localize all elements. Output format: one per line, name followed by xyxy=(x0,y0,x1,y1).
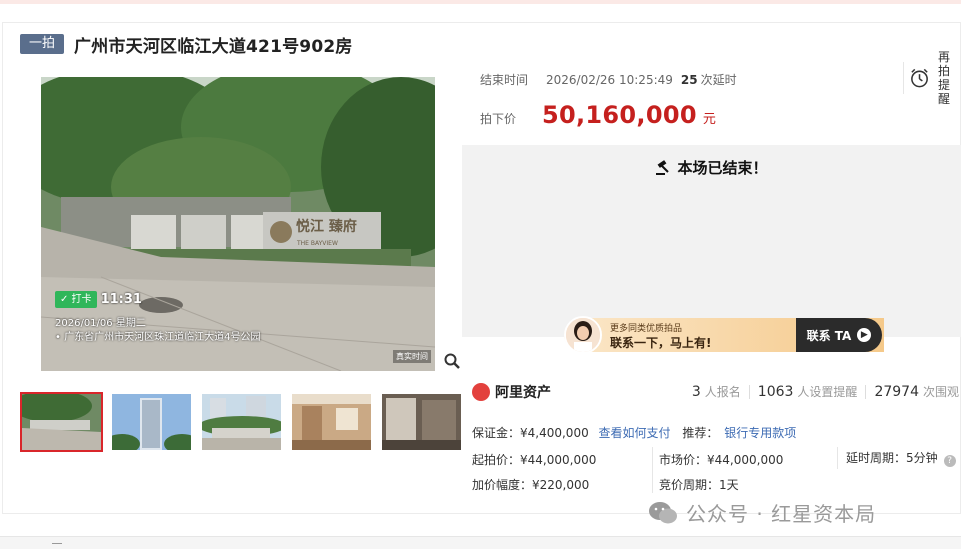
remind-line-1: 再拍 xyxy=(938,50,951,78)
thumbnail-2[interactable] xyxy=(112,394,191,450)
remind-line-2: 提醒 xyxy=(938,78,951,106)
watermark-text: 公众号 · 红星资本局 xyxy=(686,502,877,526)
alarm-clock-icon xyxy=(911,68,928,88)
thumbnail-4[interactable] xyxy=(292,394,371,450)
market-price: 市场价：¥44,000,000 xyxy=(659,453,784,467)
auction-status-panel: 本场已结束！ xyxy=(462,145,961,337)
divider xyxy=(748,384,750,399)
next-section-strip xyxy=(0,536,961,549)
delay-period-line: 延时周期：5分钟? xyxy=(846,449,956,467)
recommend-label: 推荐： xyxy=(682,426,719,440)
listing-title: 广州市天河区临江大道421号902房 xyxy=(74,36,353,57)
platform-name: 阿里资产 xyxy=(495,385,551,401)
watch-label: 次围观 xyxy=(922,385,959,399)
auction-ended-text: 本场已结束！ xyxy=(677,159,768,177)
final-price-unit: 元 xyxy=(702,112,716,127)
increment: 加价幅度：¥220,000 xyxy=(472,478,590,492)
signup-count: 3 xyxy=(691,383,701,400)
photo-date: 2026/01/06 星期二 xyxy=(55,318,146,329)
end-time-row: 结束时间 2026/02/26 10:25:49 25 次延时 xyxy=(480,71,737,88)
contact-ta-label: 联系 TA xyxy=(806,328,852,343)
bid-period: 竞价周期：1天 xyxy=(659,478,739,492)
thumbnail-5[interactable] xyxy=(382,394,461,450)
main-photo[interactable]: 悦江 臻府 THE BAYVIEW ✓ 打卡 11:31 2026/01/06 … xyxy=(41,77,435,371)
auction-details: 保证金：¥4,400,000 查看如何支付 推荐： 银行专用款项 起拍价：¥44… xyxy=(462,415,961,497)
signup-label: 人报名 xyxy=(704,385,741,399)
how-to-pay-link[interactable]: 查看如何支付 xyxy=(599,426,671,440)
auction-stats: 3 人报名 1063 人设置提醒 27974 次围观 xyxy=(692,383,959,400)
help-icon[interactable]: ? xyxy=(943,455,956,467)
gavel-icon xyxy=(656,159,670,175)
contact-ta-button[interactable]: 联系 TA ▶ xyxy=(796,318,882,352)
checkin-stamp: ✓ 打卡 11:31 xyxy=(55,290,142,308)
thumbnail-1[interactable] xyxy=(20,392,103,452)
auction-ended-message: 本场已结束！ xyxy=(462,157,961,178)
ali-assets-logo-icon xyxy=(472,383,490,401)
photo-watermark: 真实时间 xyxy=(393,350,431,363)
start-price: 起拍价：¥44,000,000 xyxy=(472,453,597,467)
re-auction-remind-button[interactable]: 再拍 提醒 xyxy=(903,50,961,106)
top-strip xyxy=(0,0,961,4)
title-row: 一拍 广州市天河区临江大道421号902房 xyxy=(20,33,353,57)
divider xyxy=(837,447,838,469)
photo-location: • 广东省广州市天河区珠江道临江大道4号公园 xyxy=(55,332,261,343)
checkin-tag: ✓ 打卡 xyxy=(55,290,97,308)
final-price-row: 拍下价 50,160,000 元 xyxy=(480,101,716,129)
deposit-line: 保证金：¥4,400,000 查看如何支付 推荐： 银行专用款项 xyxy=(472,424,796,441)
final-price-label: 拍下价 xyxy=(480,112,517,126)
zoom-icon[interactable] xyxy=(443,352,461,370)
wechat-icon xyxy=(649,501,677,523)
reminder-count: 1063 xyxy=(757,383,794,400)
final-price-value: 50,160,000 xyxy=(542,101,697,129)
wechat-watermark: 公众号 · 红星资本局 xyxy=(648,498,876,527)
thumbnail-strip xyxy=(20,392,472,452)
delay-count: 25 xyxy=(680,72,698,87)
reminder-label: 人设置提醒 xyxy=(797,385,858,399)
promo-line-2: 联系一下，马上有! xyxy=(610,336,712,350)
play-arrow-icon: ▶ xyxy=(857,328,872,342)
divider xyxy=(865,384,867,399)
promo-line-1: 更多同类优质拍品 xyxy=(610,324,683,334)
watch-count: 27974 xyxy=(874,383,919,400)
contact-promo-banner[interactable]: 更多同类优质拍品 联系一下，马上有! 联系 TA ▶ xyxy=(466,312,961,356)
end-time-value: 2026/02/26 10:25:49 xyxy=(546,72,673,87)
bank-payment-link[interactable]: 银行专用款项 xyxy=(724,426,796,440)
divider xyxy=(652,447,653,493)
deposit-value: 保证金：¥4,400,000 xyxy=(472,426,589,440)
delay-unit: 次延时 xyxy=(700,73,737,87)
agent-avatar xyxy=(564,316,602,354)
tick xyxy=(52,543,62,544)
platform-brand[interactable]: 阿里资产 xyxy=(472,382,551,402)
platform-stats-row: 阿里资产 3 人报名 1063 人设置提醒 27974 次围观 xyxy=(470,378,961,406)
auction-round-badge: 一拍 xyxy=(20,34,65,54)
svg-text:悦江 臻府: 悦江 臻府 xyxy=(296,218,357,235)
svg-text:THE BAYVIEW: THE BAYVIEW xyxy=(296,240,338,247)
delay-period: 延时周期：5分钟 xyxy=(846,451,938,465)
end-time-label: 结束时间 xyxy=(480,73,529,87)
checkin-time: 11:31 xyxy=(100,291,142,307)
thumbnail-3[interactable] xyxy=(202,394,281,450)
